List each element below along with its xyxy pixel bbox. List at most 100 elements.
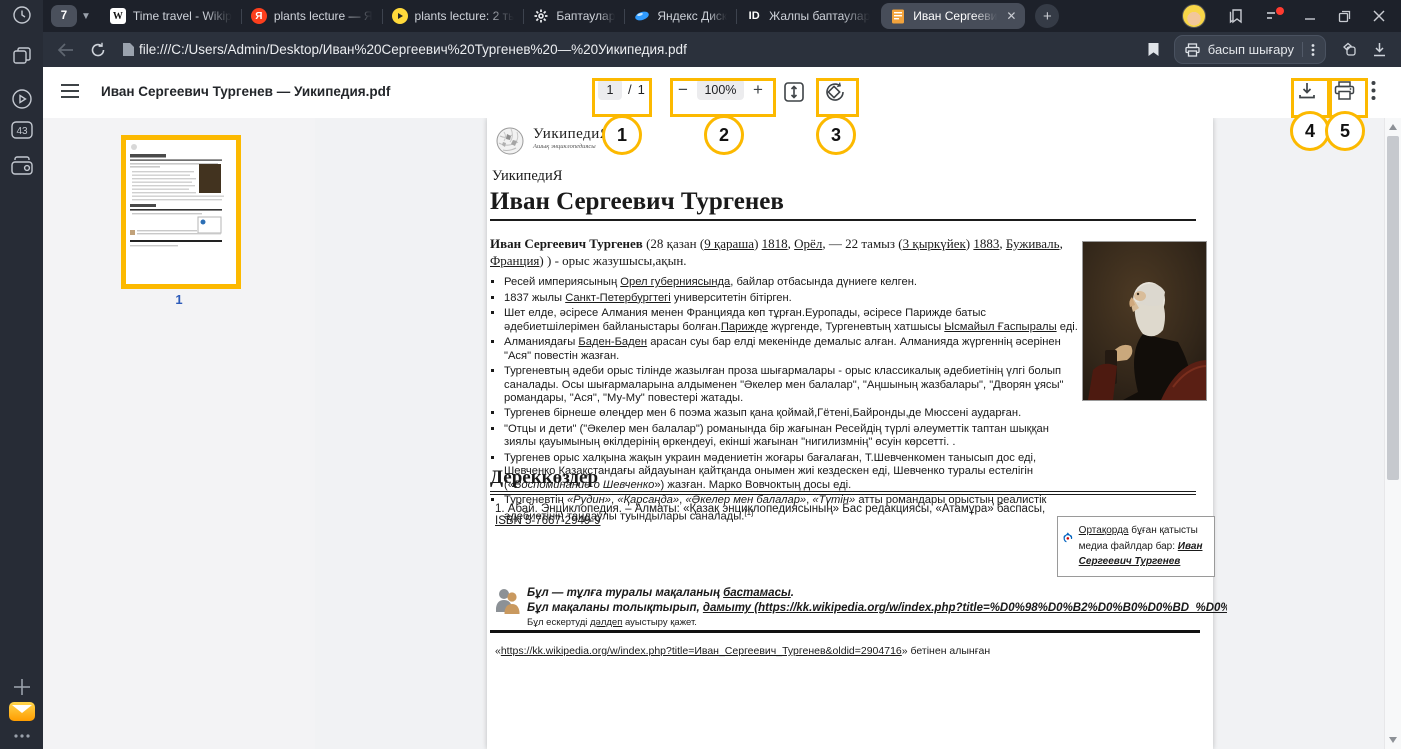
url-text[interactable]: file:///C:/Users/Admin/Desktop/Иван%20Се… — [139, 42, 687, 57]
close-window-button[interactable] — [1373, 10, 1385, 22]
tabs-panel-icon[interactable] — [0, 46, 43, 66]
history-icon[interactable] — [0, 5, 43, 25]
profile-avatar[interactable] — [1182, 4, 1206, 28]
page-divider: / — [628, 82, 632, 97]
wikipedia-icon: W — [110, 8, 126, 24]
stub-person-icon — [495, 586, 520, 614]
bullet-item: Тургеневтың әдеби орыс тілінде жазылған … — [504, 365, 1082, 405]
bullet-item: 1837 жылы Санкт-Петербургтегі университе… — [504, 292, 1082, 305]
yandex-disk-icon — [634, 8, 650, 24]
pdf-download-icon[interactable] — [1297, 81, 1317, 101]
tab-title: plants lecture — Я — [274, 9, 373, 23]
notification-dot — [1276, 7, 1284, 15]
bullet-item: Тургенев бірнеше өлеңдер мен 6 поэма жаз… — [504, 407, 1082, 420]
tab-groups-icon[interactable] — [1340, 42, 1358, 58]
rotate-icon[interactable] — [823, 81, 847, 103]
minimize-button[interactable] — [1304, 10, 1316, 22]
zoom-level[interactable]: 100% — [697, 79, 744, 100]
tab-title: Time travel - Wikip — [133, 9, 232, 23]
id-icon: ID — [746, 8, 762, 24]
tab-title: Яндекс Диск — [657, 9, 727, 23]
retrieved-from-line: «https://kk.wikipedia.org/w/index.php?ti… — [495, 645, 1195, 657]
pdf-toolbar: Иван Сергеевич Тургенев — Уикипедия.pdf … — [43, 67, 1401, 119]
zoom-in-button[interactable]: + — [753, 80, 763, 100]
media-play-icon[interactable] — [0, 88, 43, 110]
wikipedia-globe-icon — [495, 126, 525, 156]
reference-item: 1. Абай. Энциклопедия. – Алматы: «Қазақ … — [495, 503, 1055, 527]
kebab-icon[interactable] — [1311, 43, 1315, 57]
yandex-mail-icon[interactable] — [0, 702, 43, 721]
tab-count[interactable]: 7 — [51, 5, 77, 27]
stub-notice: Бұл — тұлға туралы мақаланың бастамасы. … — [495, 586, 1227, 629]
pdf-filename: Иван Сергеевич Тургенев — Уикипедия.pdf — [101, 84, 390, 99]
downloads-icon[interactable] — [1372, 42, 1387, 57]
wikipedia-logo: УикипедиЯ Ашық энциклопедиясы — [495, 126, 610, 156]
close-tab-icon[interactable]: ✕ — [1006, 9, 1016, 23]
printer-icon — [1185, 43, 1200, 57]
play-icon — [392, 8, 408, 24]
tab-plants-search[interactable]: Я plants lecture — Я — [242, 0, 382, 32]
reader-badge-icon[interactable]: 43 — [0, 121, 43, 139]
screenshot-icon[interactable] — [0, 156, 43, 176]
logo-tagline: Ашық энциклопедиясы — [533, 143, 610, 150]
article-intro: Иван Сергеевич Тургенев (28 қазан (9 қар… — [490, 235, 1090, 269]
tab-counter[interactable]: 7 ▼ — [51, 5, 91, 27]
page-viewport: УикипедиЯ Ашық энциклопедиясы УикипедиЯ … — [315, 118, 1385, 749]
new-tab-button[interactable]: + — [1035, 4, 1059, 28]
browser-window: 7 ▼ W Time travel - Wikip Я plants lectu… — [0, 0, 1401, 749]
tab-bar: 7 ▼ W Time travel - Wikip Я plants lectu… — [43, 0, 1401, 32]
tab-title: plants lecture: 2 ть — [415, 9, 515, 23]
page-total: 1 — [638, 82, 645, 97]
scroll-down-arrow[interactable] — [1389, 737, 1397, 743]
pdf-print-icon[interactable] — [1334, 81, 1355, 101]
tab-general-settings[interactable]: ID Жалпы баптаулар — [737, 0, 879, 32]
document-icon — [122, 42, 135, 57]
tab-plants-video[interactable]: plants lecture: 2 ть — [383, 0, 524, 32]
page-indicator: 1 / 1 — [598, 79, 645, 100]
print-pill-label: басып шығару — [1208, 42, 1294, 57]
thumbnail-panel: 1 — [43, 118, 316, 749]
bookmarks-icon[interactable] — [1228, 8, 1244, 24]
address-bar: file:///C:/Users/Admin/Desktop/Иван%20Се… — [43, 32, 1401, 67]
bullet-item: Алманиядағы Баден-Баден арасан суы бар е… — [504, 336, 1082, 362]
tab-title: Баптаулар — [556, 9, 615, 23]
stub-line-2: Бұл мақаланы толықтырып, дамыту (https:/… — [527, 601, 1227, 616]
gear-icon — [533, 8, 549, 24]
pdf-viewer-area: 1 УикипедиЯ Ашық энциклопедиясы — [43, 118, 1401, 749]
tab-time-travel[interactable]: W Time travel - Wikip — [101, 0, 241, 32]
back-icon[interactable] — [57, 43, 74, 57]
bookmark-flag-icon[interactable] — [1147, 42, 1160, 57]
bullet-item: "Отцы и дети" ("Әкелер мен балалар") ром… — [504, 423, 1082, 449]
titlebar-controls — [1182, 4, 1401, 28]
restore-button[interactable] — [1338, 10, 1351, 23]
pdf-file-icon — [890, 8, 906, 24]
scroll-up-arrow[interactable] — [1389, 124, 1397, 130]
zoom-controls: − 100% + — [678, 79, 763, 100]
tab-turgenev-pdf[interactable]: Иван Сергееви ✕ — [881, 3, 1025, 29]
tab-settings[interactable]: Баптаулар — [524, 0, 624, 32]
menu-icon[interactable] — [1266, 9, 1282, 23]
scrollbar-thumb[interactable] — [1387, 136, 1399, 480]
vertical-scrollbar[interactable] — [1384, 118, 1401, 749]
bullet-item: Ресей империясының Орел губерниясында, б… — [504, 276, 1082, 289]
tab-yandex-disk[interactable]: Яндекс Диск — [625, 0, 736, 32]
add-panel-icon[interactable] — [0, 678, 43, 696]
more-options-icon[interactable] — [0, 733, 43, 739]
page-current[interactable]: 1 — [598, 79, 622, 100]
print-pill-button[interactable]: басып шығару — [1174, 35, 1326, 64]
footer-rule — [490, 630, 1200, 633]
thumbnail-page-number[interactable]: 1 — [43, 292, 315, 307]
commons-logo-icon — [1063, 523, 1073, 553]
chevron-down-icon[interactable]: ▼ — [81, 11, 91, 22]
commons-text: Ортақорда бұған қатысты медиа файлдар ба… — [1079, 523, 1209, 570]
fit-page-icon[interactable] — [783, 81, 805, 103]
pdf-page: УикипедиЯ Ашық энциклопедиясы УикипедиЯ … — [487, 118, 1213, 749]
pill-divider — [1302, 42, 1303, 57]
stub-line-3: Бұл ескертуді дәлдеп ауыстыру қажет. — [527, 617, 1227, 629]
zoom-out-button[interactable]: − — [678, 80, 688, 100]
pdf-menu-icon[interactable] — [60, 83, 80, 99]
pdf-more-icon[interactable] — [1371, 80, 1376, 101]
page-thumbnail[interactable] — [121, 135, 241, 289]
reload-icon[interactable] — [90, 42, 106, 58]
references-heading: Дереккөздер — [490, 467, 1196, 495]
